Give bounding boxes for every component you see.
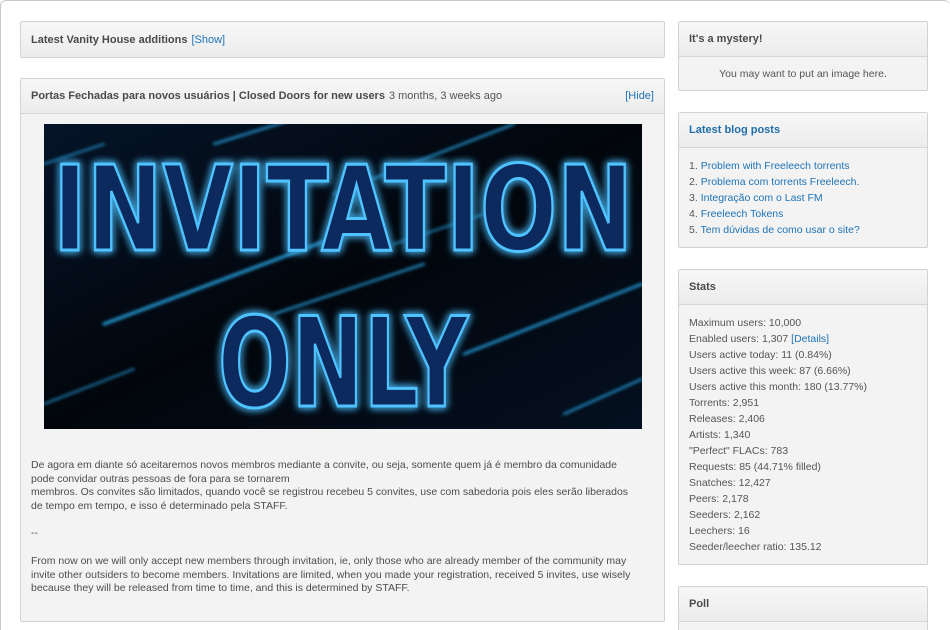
vanity-show-link[interactable]: [Show] <box>191 34 225 46</box>
news-pt-line-3: membros. Os convites são limitados, quan… <box>31 486 629 499</box>
stat-enabled-users: Enabled users: 1,307 <box>689 333 789 345</box>
news-hide-link[interactable]: [Hide] <box>625 90 654 102</box>
stats-list: Maximum users: 10,000 Enabled users: 1,3… <box>679 305 927 565</box>
blog-post-link[interactable]: Freeleech Tokens <box>701 208 784 220</box>
blog-post-link[interactable]: Integração com o Last FM <box>701 192 823 204</box>
blog-title[interactable]: Latest blog posts <box>689 124 780 136</box>
news-box: Portas Fechadas para novos usuários | Cl… <box>20 78 665 622</box>
stat-enabled-users-row: Enabled users: 1,307 [Details] <box>689 331 917 347</box>
stats-title: Stats <box>689 281 716 293</box>
blog-item-number: 5. <box>689 224 698 236</box>
news-age: 3 months, 3 weeks ago <box>388 90 503 102</box>
blog-item: 3. Integração com o Last FM <box>689 190 917 206</box>
blog-item: 4. Freeleech Tokens <box>689 206 917 222</box>
banner-text-only: ONLY <box>218 292 469 429</box>
news-pt-line-1: De agora em diante só aceitaremos novos … <box>31 459 617 471</box>
stat-artists: Artists: 1,340 <box>689 429 751 441</box>
blog-item-number: 3. <box>689 192 698 204</box>
stat-torrents: Torrents: 2,951 <box>689 397 760 409</box>
blog-list: 1. Problem with Freeleech torrents 2. Pr… <box>679 148 927 248</box>
news-header: Portas Fechadas para novos usuários | Cl… <box>21 79 664 114</box>
news-en-line-3: because they will be released from time … <box>31 582 410 595</box>
blog-post-link[interactable]: Problem with Freeleech torrents <box>701 160 850 172</box>
blog-item-number: 4. <box>689 208 698 220</box>
stat-requests: Requests: 85 (44.71% filled) <box>689 461 821 473</box>
blog-item: 2. Problema com torrents Freeleech. <box>689 174 917 190</box>
stat-max-users: Maximum users: 10,000 <box>689 317 802 329</box>
stat-active-month: Users active this month: 180 (13.77%) <box>689 381 867 393</box>
news-en-line-2: invite other outsiders to become members… <box>31 568 631 581</box>
mystery-text: You may want to put an image here. <box>719 68 887 80</box>
vanity-house-header: Latest Vanity House additions [Show] <box>21 22 664 57</box>
stats-box: Stats Maximum users: 10,000 Enabled user… <box>678 269 928 565</box>
invitation-only-banner: INVITATION ONLY <box>44 124 642 429</box>
banner-text-invitation: INVITATION <box>53 140 633 278</box>
poll-header: Poll <box>679 587 927 622</box>
news-title: Portas Fechadas para novos usuários | Cl… <box>31 90 385 102</box>
blog-item: 5. Tem dúvidas de como usar o site? <box>689 222 917 238</box>
news-pt-line-2: pode convidar outras pessoas de fora par… <box>31 472 290 485</box>
stats-header: Stats <box>679 270 927 305</box>
stat-peers: Peers: 2,178 <box>689 493 749 505</box>
news-en-line-1: From now on we will only accept new memb… <box>31 554 627 567</box>
blog-post-link[interactable]: Problema com torrents Freeleech. <box>701 176 860 188</box>
stat-active-week: Users active this week: 87 (6.66%) <box>689 365 851 377</box>
blog-item-number: 2. <box>689 176 698 188</box>
poll-title: Poll <box>689 598 710 610</box>
stats-details-link[interactable]: [Details] <box>791 333 829 345</box>
blog-header: Latest blog posts <box>679 113 927 148</box>
poll-box: Poll <box>678 586 928 630</box>
news-pt-line-4: de tempo em tempo, e isso é determinado … <box>31 499 288 512</box>
stat-releases: Releases: 2,406 <box>689 413 765 425</box>
stat-leechers: Leechers: 16 <box>689 525 750 537</box>
mystery-box: It's a mystery! You may want to put an i… <box>678 21 928 91</box>
mystery-header: It's a mystery! <box>679 22 927 57</box>
stat-snatches: Snatches: 12,427 <box>689 477 771 489</box>
news-body: De agora em diante só aceitaremos novos … <box>31 459 656 596</box>
mystery-title: It's a mystery! <box>689 33 763 45</box>
stat-active-today: Users active today: 11 (0.84%) <box>689 349 832 361</box>
stat-perfect-flacs: "Perfect" FLACs: 783 <box>689 445 789 457</box>
blog-item-number: 1. <box>689 160 698 172</box>
stat-seeders: Seeders: 2,162 <box>689 509 761 521</box>
vanity-house-box: Latest Vanity House additions [Show] <box>20 21 665 58</box>
news-title-wrap: Portas Fechadas para novos usuários | Cl… <box>31 90 502 102</box>
blog-box: Latest blog posts 1. Problem with Freele… <box>678 112 928 248</box>
stat-ratio: Seeder/leecher ratio: 135.12 <box>689 541 822 553</box>
banner-graphic: INVITATION ONLY <box>44 124 642 429</box>
blog-item: 1. Problem with Freeleech torrents <box>689 158 917 174</box>
vanity-house-title: Latest Vanity House additions <box>31 33 188 46</box>
blog-post-link[interactable]: Tem dúvidas de como usar o site? <box>701 224 860 236</box>
news-separator: -- <box>31 527 38 540</box>
